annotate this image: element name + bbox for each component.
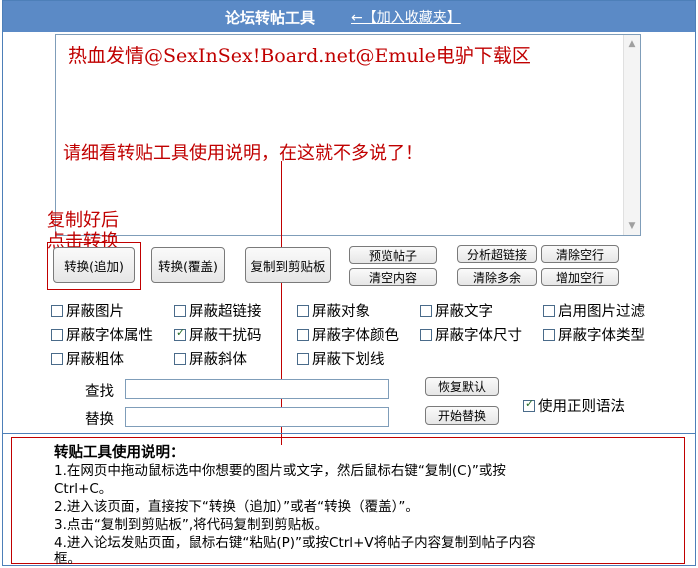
help-line: 2.进入该页面，直接按下“转换（追加）”或者“转换（覆盖）”。	[54, 499, 419, 515]
title-bar: 论坛转帖工具 ←【加入收藏夹】	[3, 1, 695, 32]
scroll-down-icon[interactable]: ▼	[626, 220, 638, 232]
option-block-font-color[interactable]: 屏蔽字体颜色	[297, 324, 399, 345]
scroll-up-icon[interactable]: ▲	[626, 38, 638, 50]
page-title: 论坛转帖工具	[225, 9, 316, 27]
checkbox-checked-icon[interactable]	[523, 397, 535, 412]
option-block-bold[interactable]: 屏蔽粗体	[51, 348, 124, 369]
clear-extra-spaces-button[interactable]: 清除多余	[457, 268, 537, 286]
checkbox-icon[interactable]	[51, 328, 63, 341]
checkbox-icon[interactable]	[174, 304, 186, 317]
option-block-text[interactable]: 屏蔽文字	[420, 300, 493, 321]
checkbox-icon[interactable]	[543, 328, 555, 341]
help-panel: 转贴工具使用说明： 1.在网页中拖动鼠标选中你想要的图片或文字，然后鼠标右键“复…	[11, 437, 685, 567]
option-block-links[interactable]: 屏蔽超链接	[174, 300, 262, 321]
option-block-italic[interactable]: 屏蔽斜体	[174, 348, 247, 369]
option-image-filter[interactable]: 启用图片过滤	[543, 300, 645, 321]
checkbox-icon[interactable]	[174, 352, 186, 365]
help-line: 4.进入论坛发贴页面，鼠标右键“粘贴(P)”或按Ctrl+V将帖子内容复制到帖子…	[54, 535, 536, 551]
editor-content-line: 热血发情@SexInSex!Board.net@Emule电驴下载区	[68, 45, 531, 67]
checkbox-icon[interactable]	[543, 304, 555, 317]
option-block-font-size[interactable]: 屏蔽字体尺寸	[420, 324, 522, 345]
checkbox-icon[interactable]	[297, 328, 309, 341]
option-block-junk-code[interactable]: 屏蔽干扰码	[174, 324, 262, 345]
checkbox-icon[interactable]	[297, 352, 309, 365]
preview-post-button[interactable]: 预览帖子	[349, 246, 437, 264]
option-block-font-attributes[interactable]: 屏蔽字体属性	[51, 324, 153, 345]
restore-default-button[interactable]: 恢复默认	[425, 377, 499, 396]
content-textarea[interactable]: 热血发情@SexInSex!Board.net@Emule电驴下载区 ▲ ▼	[55, 34, 641, 236]
help-line: 3.点击“复制到剪贴板”,将代码复制到剪贴板。	[54, 517, 329, 533]
analyze-links-button[interactable]: 分析超链接	[457, 245, 537, 263]
editor-scrollbar[interactable]: ▲ ▼	[623, 35, 640, 235]
checkbox-icon[interactable]	[420, 304, 432, 317]
checkbox-icon[interactable]	[420, 328, 432, 341]
clear-blank-lines-button[interactable]: 清除空行	[541, 245, 619, 263]
add-to-favorites-link[interactable]: ←【加入收藏夹】	[351, 7, 461, 27]
checkbox-icon[interactable]	[51, 352, 63, 365]
converter-window: 论坛转帖工具 ←【加入收藏夹】 热血发情@SexInSex!Board.net@…	[2, 0, 696, 567]
editor-note: 请细看转贴工具使用说明，在这就不多说了！	[63, 143, 423, 164]
find-input[interactable]	[125, 379, 389, 399]
copy-to-clipboard-button[interactable]: 复制到剪贴板	[245, 247, 331, 283]
clear-content-button[interactable]: 清空内容	[349, 268, 437, 286]
convert-overwrite-button[interactable]: 转换(覆盖)	[151, 247, 225, 283]
help-line: 框。	[54, 551, 81, 567]
option-block-images[interactable]: 屏蔽图片	[51, 300, 124, 321]
option-block-objects[interactable]: 屏蔽对象	[297, 300, 370, 321]
annotation-line	[281, 161, 282, 445]
checkbox-icon[interactable]	[297, 304, 309, 317]
replace-label: 替换	[85, 412, 114, 428]
option-block-underline[interactable]: 屏蔽下划线	[297, 348, 385, 369]
help-line: 1.在网页中拖动鼠标选中你想要的图片或文字，然后鼠标右键“复制(C)”或按	[54, 463, 506, 479]
section-divider	[3, 433, 695, 434]
help-line: Ctrl+C。	[54, 481, 113, 497]
find-label: 查找	[85, 384, 114, 400]
start-replace-button[interactable]: 开始替换	[425, 406, 499, 425]
option-block-font-type[interactable]: 屏蔽字体类型	[543, 324, 645, 345]
checkbox-icon[interactable]	[51, 304, 63, 317]
option-use-regex[interactable]: 使用正则语法	[523, 395, 625, 416]
checkbox-checked-icon[interactable]	[174, 326, 186, 341]
convert-append-button[interactable]: 转换(追加)	[53, 247, 135, 283]
add-blank-lines-button[interactable]: 增加空行	[541, 268, 619, 286]
replace-input[interactable]	[125, 407, 389, 427]
